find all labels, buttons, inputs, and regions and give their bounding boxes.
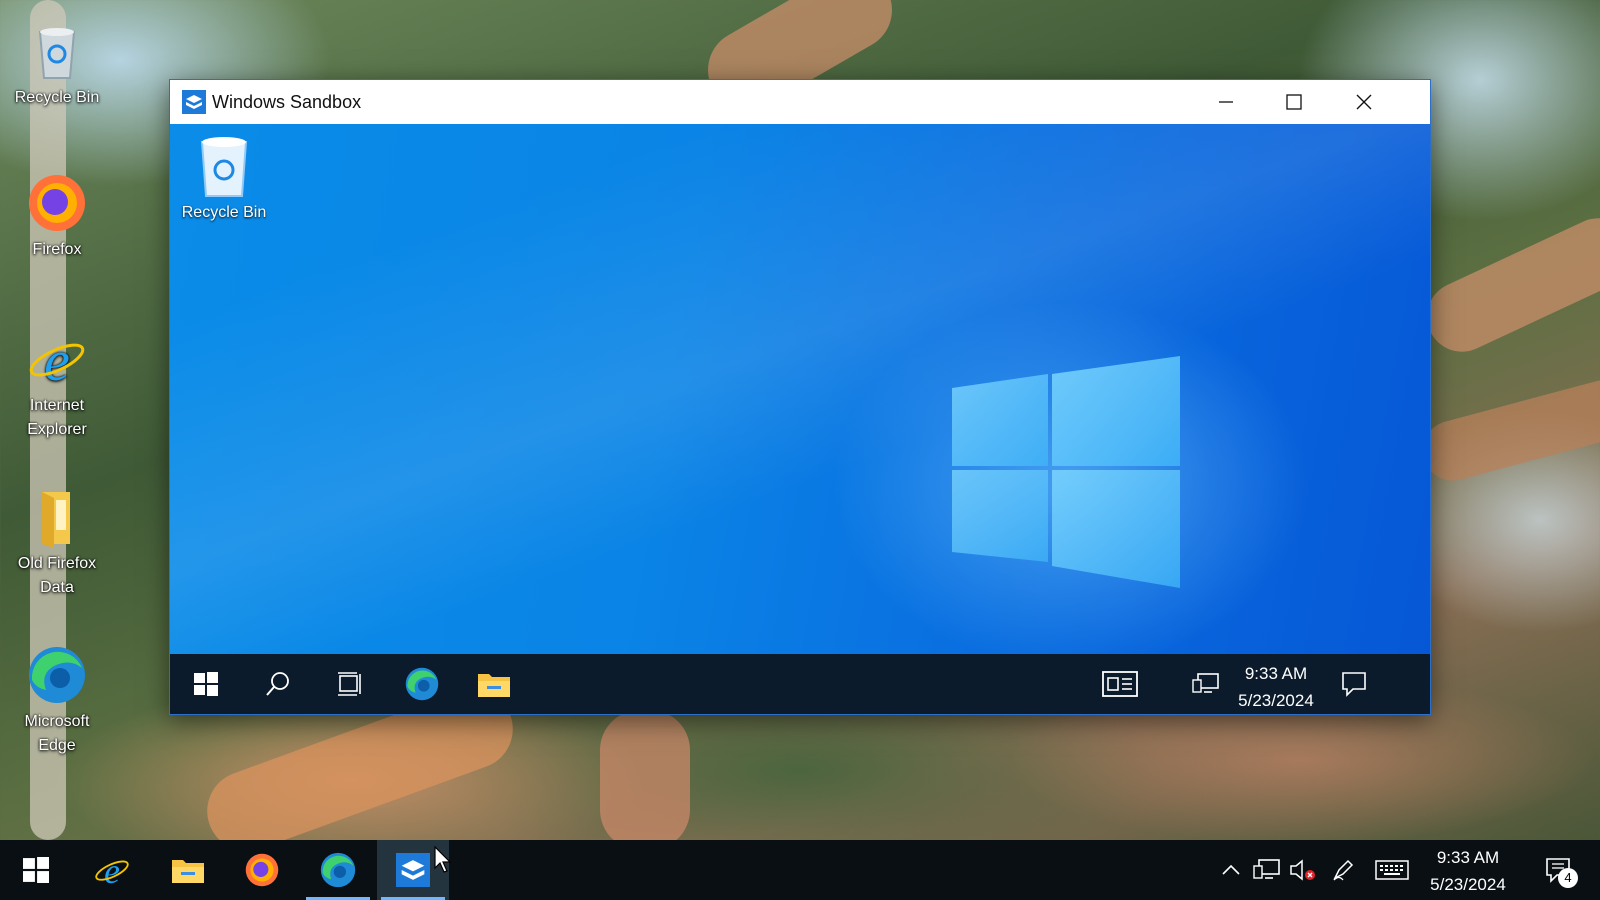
desktop-icon-label: Recycle Bin xyxy=(181,204,267,221)
edge-icon xyxy=(405,667,439,701)
sandbox-taskbar: 9:33 AM 5/23/2024 xyxy=(170,654,1430,714)
desktop-icon-microsoft-edge[interactable]: Microsoft Edge xyxy=(7,644,107,758)
svg-text:e: e xyxy=(104,851,120,889)
taskbar-time: 9:33 AM xyxy=(1436,848,1500,867)
pen-icon xyxy=(1333,859,1354,881)
wallpaper-light-beam xyxy=(170,124,1430,654)
folder-icon xyxy=(26,486,88,548)
notification-count-badge: 4 xyxy=(1558,868,1578,888)
action-center-button[interactable]: 4 xyxy=(1528,840,1588,900)
desktop-icon-label: Firefox xyxy=(32,241,82,258)
wallpaper-trunk xyxy=(600,710,690,850)
svg-text:e: e xyxy=(44,328,70,390)
sandbox-titlebar[interactable]: Windows Sandbox xyxy=(170,80,1430,124)
pen-workspace-button[interactable] xyxy=(1326,840,1360,900)
sandbox-task-view-button[interactable] xyxy=(320,654,380,714)
task-view-icon xyxy=(338,672,361,696)
tray-overflow-button[interactable] xyxy=(1216,840,1246,900)
sandbox-clock[interactable]: 9:33 AM 5/23/2024 xyxy=(1226,660,1326,714)
start-icon xyxy=(23,857,49,883)
windows-logo-wallpaper xyxy=(952,356,1180,588)
volume-muted-icon xyxy=(1290,859,1315,881)
sandbox-news-button[interactable] xyxy=(1088,654,1152,714)
desktop-icon-internet-explorer[interactable]: e Internet Explorer xyxy=(7,328,107,442)
sandbox-start-button[interactable] xyxy=(176,654,236,714)
news-icon xyxy=(1102,671,1138,697)
sandbox-desktop[interactable]: Recycle Bin xyxy=(170,124,1430,654)
desktop-icon-firefox[interactable]: Firefox xyxy=(7,172,107,262)
taskbar-internet-explorer[interactable]: e xyxy=(76,840,148,900)
sandbox-edge-button[interactable] xyxy=(392,654,452,714)
keyboard-icon xyxy=(1375,860,1409,880)
sandbox-time: 9:33 AM xyxy=(1244,664,1308,683)
minimize-icon xyxy=(1219,101,1233,103)
edge-icon xyxy=(320,852,356,888)
taskbar: e 9:33 AM 5/23/2024 4 xyxy=(0,840,1600,900)
start-icon xyxy=(194,672,218,696)
chevron-up-icon xyxy=(1222,864,1240,875)
sandbox-notifications-button[interactable] xyxy=(1324,654,1384,714)
volume-button[interactable] xyxy=(1286,840,1320,900)
taskbar-clock[interactable]: 9:33 AM 5/23/2024 xyxy=(1418,844,1518,898)
desktop-icon-recycle-bin[interactable]: Recycle Bin xyxy=(7,20,107,110)
recycle-bin-icon xyxy=(26,20,88,82)
wallpaper-trunk xyxy=(1415,372,1600,488)
file-explorer-icon xyxy=(478,674,510,697)
sandbox-date: 5/23/2024 xyxy=(1238,691,1314,710)
firefox-icon xyxy=(26,172,88,234)
sandbox-icon-recycle-bin[interactable]: Recycle Bin xyxy=(178,134,270,222)
file-explorer-icon xyxy=(172,860,204,883)
windows-sandbox-icon xyxy=(182,90,206,114)
desktop-icon-old-firefox-data[interactable]: Old Firefox Data xyxy=(7,486,107,600)
search-icon xyxy=(266,672,289,696)
internet-explorer-icon: e xyxy=(26,328,88,393)
minimize-button[interactable] xyxy=(1192,80,1260,124)
sandbox-window[interactable]: Windows Sandbox Recycle Bin 9:33 AM 5/23… xyxy=(169,79,1431,715)
network-button[interactable] xyxy=(1250,840,1284,900)
recycle-bin-icon xyxy=(200,137,248,197)
taskbar-firefox[interactable] xyxy=(226,840,298,900)
desktop-icon-label: Recycle Bin xyxy=(14,89,100,106)
network-icon xyxy=(1253,859,1280,879)
edge-icon xyxy=(26,644,88,706)
sandbox-search-button[interactable] xyxy=(248,654,308,714)
sandbox-file-explorer-button[interactable] xyxy=(464,654,524,714)
close-button[interactable] xyxy=(1330,80,1398,124)
firefox-icon xyxy=(245,853,279,887)
maximize-icon xyxy=(1286,94,1302,110)
windows-sandbox-icon xyxy=(396,853,430,887)
taskbar-edge[interactable] xyxy=(302,840,374,900)
window-title: Windows Sandbox xyxy=(212,91,362,112)
desktop-icon-label: Old Firefox Data xyxy=(17,555,97,596)
notifications-icon xyxy=(1342,672,1366,697)
wallpaper-trunk xyxy=(1415,206,1600,364)
desktop-icon-label: Microsoft Edge xyxy=(24,713,90,754)
mouse-cursor-icon xyxy=(434,846,452,873)
taskbar-file-explorer[interactable] xyxy=(152,840,224,900)
internet-explorer-icon: e xyxy=(95,851,129,889)
desktop-icon-label: Internet Explorer xyxy=(27,397,87,438)
close-icon xyxy=(1356,94,1372,110)
taskbar-date: 5/23/2024 xyxy=(1430,875,1506,894)
start-button[interactable] xyxy=(0,840,72,900)
maximize-button[interactable] xyxy=(1260,80,1328,124)
network-icon xyxy=(1192,673,1219,693)
touch-keyboard-button[interactable] xyxy=(1370,840,1414,900)
